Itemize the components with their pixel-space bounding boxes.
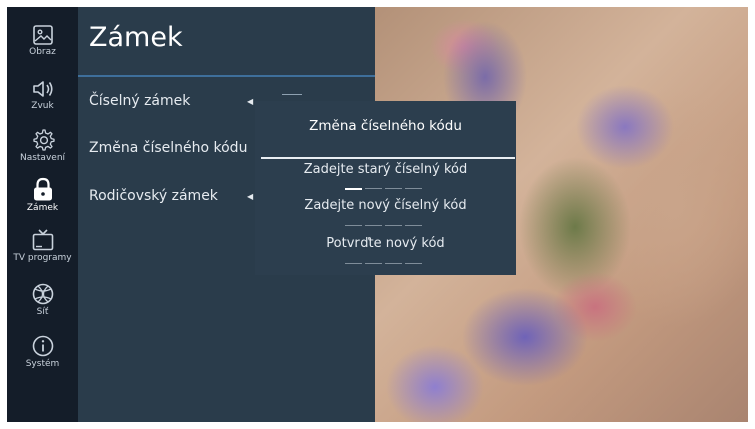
sidebar-item-nastaveni[interactable]: Nastavení (7, 128, 78, 176)
sidebar-item-label: TV programy (13, 253, 72, 263)
page-title: Zámek (89, 22, 183, 53)
pin-digit (365, 188, 382, 189)
change-pin-dialog: Změna číselného kódu Zadejte starý čísel… (255, 101, 516, 275)
pin-digit (385, 263, 402, 264)
pin-digit (385, 225, 402, 226)
sidebar-item-label: Nastavení (19, 153, 66, 163)
tv-screen: Obraz Zvuk Nastavení Zámek TV programy S… (7, 7, 748, 422)
old-pin-input[interactable] (345, 188, 425, 192)
confirm-pin-label: Potvrďte nový kód (326, 236, 445, 251)
sidebar-item-label: Síť (36, 307, 49, 317)
sidebar-item-zvuk[interactable]: Zvuk (7, 78, 78, 126)
pin-digit (385, 188, 402, 189)
new-pin-input[interactable] (345, 225, 425, 229)
sidebar-item-zamek[interactable]: Zámek (7, 177, 78, 225)
pin-digit (345, 263, 362, 264)
pin-digit (345, 188, 362, 190)
sidebar-item-tv-programy[interactable]: TV programy (7, 228, 78, 276)
old-pin-label: Zadejte starý číselný kód (303, 162, 468, 177)
menu-item-rodicovsky-zamek[interactable]: Rodičovský zámek (89, 188, 218, 204)
image-icon (32, 25, 53, 45)
dialog-divider (261, 157, 515, 159)
sidebar-item-label: Zámek (26, 203, 59, 213)
sidebar-item-system[interactable]: Systém (7, 334, 78, 382)
info-icon (32, 335, 53, 357)
sidebar-item-obraz[interactable]: Obraz (7, 24, 78, 72)
tv-icon (32, 229, 53, 251)
pin-digit (345, 225, 362, 226)
sidebar: Obraz Zvuk Nastavení Zámek TV programy S… (7, 7, 78, 422)
sidebar-item-label: Zvuk (31, 101, 54, 111)
pin-digit (365, 263, 382, 264)
sidebar-item-sit[interactable]: Síť (7, 282, 78, 330)
sidebar-item-label: Systém (25, 359, 60, 369)
option-indicator (282, 94, 302, 95)
gear-icon (32, 129, 55, 151)
lock-icon (33, 177, 52, 201)
speaker-icon (32, 81, 53, 97)
dialog-title: Změna číselného kódu (309, 118, 462, 134)
menu-item-ciselny-zamek[interactable]: Číselný zámek (89, 93, 190, 109)
sidebar-item-label: Obraz (29, 47, 56, 57)
chevron-left-icon: ◀ (247, 192, 254, 201)
confirm-pin-input[interactable] (345, 263, 425, 267)
pin-digit (405, 188, 422, 189)
globe-icon (32, 283, 53, 305)
pin-digit (405, 225, 422, 226)
menu-item-zmena-kodu[interactable]: Změna číselného kódu (89, 140, 247, 156)
chevron-left-icon: ◀ (247, 97, 254, 106)
pin-digit (405, 263, 422, 264)
new-pin-label: Zadejte nový číselný kód (304, 198, 467, 213)
title-divider (78, 75, 375, 77)
pin-digit (365, 225, 382, 226)
